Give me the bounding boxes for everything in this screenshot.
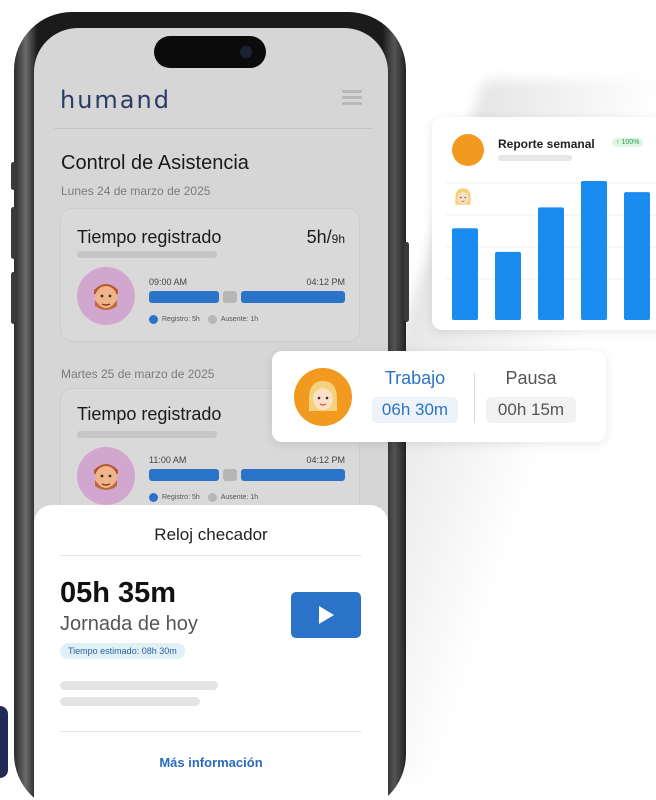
chart-bar xyxy=(495,251,521,320)
work-pause-card[interactable]: Trabajo 06h 30m Pausa 00h 15m xyxy=(272,351,606,442)
work-bar xyxy=(149,469,219,481)
elapsed-time: 05h 35m xyxy=(60,577,177,609)
weekly-report-card[interactable]: Reporte semanal ↑ 100% xyxy=(432,117,656,330)
power-button xyxy=(404,242,409,322)
more-info-link[interactable]: Más información xyxy=(34,755,388,770)
pause-value: 00h 15m xyxy=(486,397,576,423)
chart-bar xyxy=(452,228,478,320)
legend-dot-registro xyxy=(149,315,158,324)
avatar xyxy=(77,447,135,505)
end-time: 04:12 PM xyxy=(306,455,345,465)
placeholder-line xyxy=(60,697,200,706)
avatar xyxy=(452,134,484,205)
dynamic-island xyxy=(154,36,266,68)
column-divider xyxy=(474,373,475,423)
mute-switch xyxy=(11,162,16,190)
card-subtitle-placeholder xyxy=(77,251,217,258)
avatar xyxy=(294,368,352,426)
pause-column: Pausa 00h 15m xyxy=(486,368,576,423)
chart-bar xyxy=(581,181,607,320)
legend: Registro: 5h Ausente: 1h xyxy=(149,493,258,502)
time-card[interactable]: Tiempo registrado 5h/9h 09:00 AM 04:12 P… xyxy=(60,208,360,342)
estimate-badge: Tiempo estimado: 08h 30m xyxy=(60,643,185,659)
play-icon xyxy=(319,606,334,624)
volume-up-button xyxy=(11,207,16,259)
legend-ausente: Ausente: 1h xyxy=(220,316,259,323)
pause-label: Pausa xyxy=(505,368,557,388)
absent-bar xyxy=(223,469,237,481)
chart-bar xyxy=(538,207,564,320)
workday-label: Jornada de hoy xyxy=(60,613,198,635)
sheet-title: Reloj checador xyxy=(154,525,268,544)
man-face-icon xyxy=(94,464,118,490)
card-title: Tiempo registrado xyxy=(77,227,222,247)
work-bar xyxy=(241,469,345,481)
report-subtitle-placeholder xyxy=(498,155,572,161)
legend-dot-ausente xyxy=(207,315,217,324)
clock-sheet: Reloj checador 05h 35m Jornada de hoy Ti… xyxy=(34,505,388,800)
card-title: Tiempo registrado xyxy=(77,404,222,424)
camera-icon xyxy=(240,46,252,58)
app-logo: humand xyxy=(60,86,171,114)
work-value: 06h 30m xyxy=(372,397,458,423)
menu-icon[interactable] xyxy=(342,90,362,106)
growth-badge: ↑ 100% xyxy=(612,138,644,147)
day-date: Lunes 24 de marzo de 2025 xyxy=(61,184,211,198)
chart-bar xyxy=(624,192,650,320)
legend-ausente: Ausente: 1h xyxy=(220,494,259,501)
start-time: 11:00 AM xyxy=(149,455,187,465)
weekly-bar-chart xyxy=(446,181,656,320)
header-divider xyxy=(54,128,372,129)
hours-registered: 5h/9h xyxy=(306,227,345,247)
man-face-icon xyxy=(94,284,118,310)
avatar xyxy=(77,267,135,325)
woman-face-icon xyxy=(309,381,337,411)
work-bar xyxy=(149,291,219,303)
report-title: Reporte semanal xyxy=(498,137,595,151)
card-subtitle-placeholder xyxy=(77,431,217,438)
legend-registro: Registro: 5h xyxy=(162,316,200,323)
work-bar xyxy=(241,291,345,303)
legend-dot-ausente xyxy=(207,493,217,502)
side-tab[interactable] xyxy=(0,706,8,778)
start-time: 09:00 AM xyxy=(149,277,188,287)
work-column: Trabajo 06h 30m xyxy=(372,368,458,423)
volume-down-button xyxy=(11,272,16,324)
absent-bar xyxy=(223,291,237,303)
play-button[interactable] xyxy=(291,592,361,638)
legend-dot-registro xyxy=(149,493,158,502)
stage: humand Control de Asistencia Lunes 24 de… xyxy=(0,0,656,800)
end-time: 04:12 PM xyxy=(306,277,345,287)
sheet-divider xyxy=(60,731,362,732)
sheet-divider xyxy=(60,555,362,556)
page-title: Control de Asistencia xyxy=(61,152,249,174)
work-label: Trabajo xyxy=(384,368,446,388)
placeholder-line xyxy=(60,681,218,690)
legend: Registro: 5h Ausente: 1h xyxy=(149,315,258,324)
legend-registro: Registro: 5h xyxy=(162,494,200,501)
day-date: Martes 25 de marzo de 2025 xyxy=(61,367,215,381)
